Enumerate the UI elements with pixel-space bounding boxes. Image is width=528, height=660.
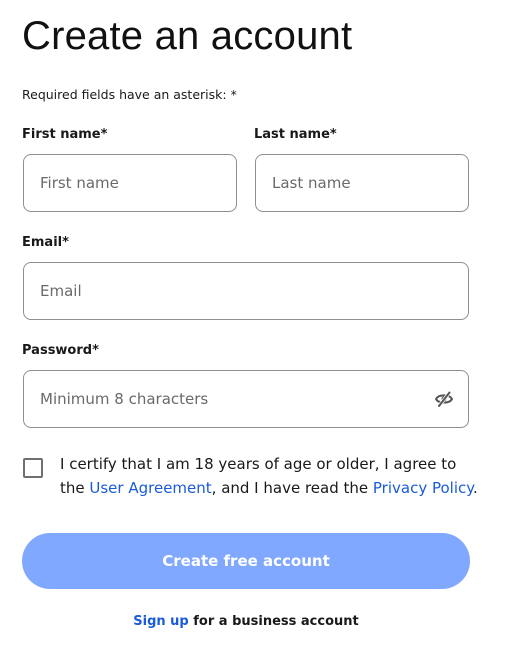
privacy-policy-link[interactable]: Privacy Policy (373, 479, 473, 497)
email-input[interactable] (23, 262, 469, 320)
page-title: Create an account (22, 14, 353, 58)
eye-off-icon (435, 391, 453, 408)
required-fields-note: Required fields have an asterisk: * (22, 87, 237, 102)
user-agreement-link[interactable]: User Agreement (89, 479, 211, 497)
business-signup-text: for a business account (188, 614, 359, 629)
age-certify-text: I certify that I am 18 years of age or o… (60, 452, 480, 500)
first-name-input[interactable] (23, 154, 237, 212)
certify-text-middle: , and I have read the (211, 479, 373, 497)
show-password-toggle[interactable] (432, 387, 456, 411)
last-name-label: Last name* (254, 127, 337, 142)
last-name-input[interactable] (255, 154, 469, 212)
first-name-label: First name* (22, 127, 108, 142)
certify-text-after: . (472, 479, 478, 497)
password-label: Password* (22, 343, 99, 358)
create-account-button[interactable]: Create free account (22, 533, 470, 589)
sign-up-link[interactable]: Sign up (133, 614, 188, 629)
age-certify-checkbox[interactable] (23, 458, 43, 478)
email-label: Email* (22, 235, 69, 250)
business-signup-line: Sign up for a business account (0, 614, 492, 629)
password-input[interactable] (23, 370, 469, 428)
